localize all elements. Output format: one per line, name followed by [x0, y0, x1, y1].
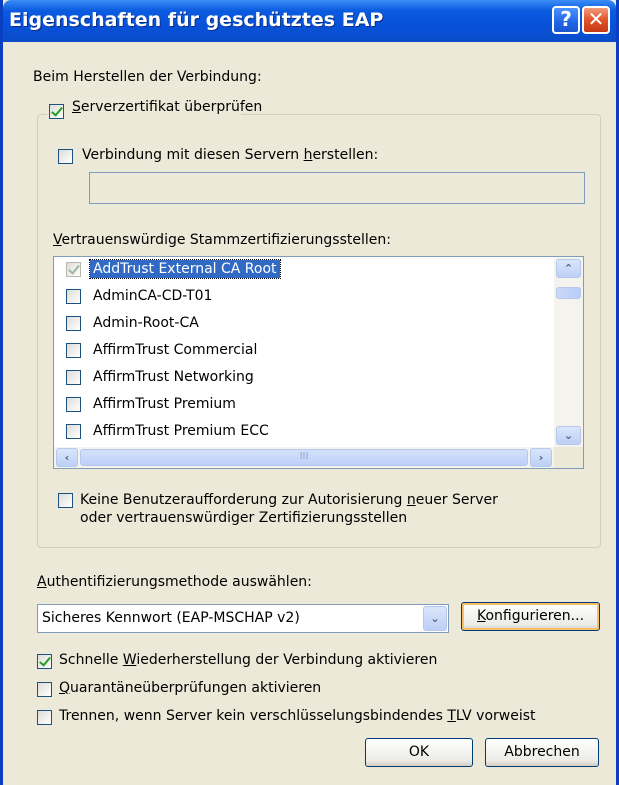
- scroll-right-button[interactable]: ›: [530, 448, 552, 467]
- help-icon: ?: [560, 7, 572, 31]
- root-checkbox[interactable]: [66, 424, 81, 439]
- list-item[interactable]: AffirmTrust Premium ECC: [54, 419, 554, 446]
- disconnect-label: Trennen, wenn Server kein verschlüsselun…: [59, 708, 536, 724]
- auth-method-value: Sicheres Kennwort (EAP-MSCHAP v2): [42, 610, 300, 626]
- root-label: Admin-Root-CA: [93, 315, 199, 331]
- trusted-roots-heading: Vertrauenswürdige Stammzertifizierungsst…: [53, 232, 391, 248]
- auth-method-select[interactable]: Sicheres Kennwort (EAP-MSCHAP v2) ⌄: [37, 604, 449, 633]
- trusted-roots-list[interactable]: AddTrust External CA Root AdminCA-CD-T01…: [53, 256, 584, 469]
- root-checkbox[interactable]: [66, 262, 81, 277]
- chevron-right-icon: ›: [538, 451, 544, 464]
- root-label: AffirmTrust Premium ECC: [93, 423, 269, 439]
- ok-button[interactable]: OK: [365, 738, 473, 767]
- list-item[interactable]: Admin-Root-CA: [54, 311, 554, 338]
- root-label: AffirmTrust Networking: [93, 369, 254, 385]
- chevron-left-icon: ‹: [64, 451, 70, 464]
- root-checkbox[interactable]: [66, 370, 81, 385]
- no-prompt-label: Keine Benutzeraufforderung zur Autorisie…: [80, 492, 498, 526]
- root-label: AffirmTrust Commercial: [93, 342, 258, 358]
- root-checkbox[interactable]: [66, 397, 81, 412]
- root-label: AddTrust External CA Root: [89, 259, 281, 279]
- root-checkbox[interactable]: [66, 343, 81, 358]
- list-item[interactable]: AffirmTrust Commercial: [54, 338, 554, 365]
- horizontal-scrollbar[interactable]: ‹ III ›: [54, 447, 554, 468]
- chevron-up-icon: ⌃: [563, 262, 574, 275]
- disconnect-option[interactable]: Trennen, wenn Server kein verschlüsselun…: [37, 708, 536, 725]
- quarantine-checkbox[interactable]: [37, 682, 52, 697]
- dialog-window: Eigenschaften für geschütztes EAP ? ✕ Be…: [0, 0, 619, 785]
- connection-heading: Beim Herstellen der Verbindung:: [33, 69, 262, 85]
- connect-servers-label: Verbindung mit diesen Servern herstellen…: [82, 147, 379, 163]
- no-prompt-option[interactable]: Keine Benutzeraufforderung zur Autorisie…: [58, 491, 498, 527]
- scroll-left-button[interactable]: ‹: [56, 448, 78, 467]
- disconnect-checkbox[interactable]: [37, 710, 52, 725]
- list-item[interactable]: AffirmTrust Premium: [54, 392, 554, 419]
- chevron-down-icon: ⌄: [430, 612, 440, 625]
- verify-cert-checkbox[interactable]: [49, 104, 64, 119]
- scroll-thumb[interactable]: [556, 287, 581, 299]
- scroll-down-button[interactable]: ⌄: [556, 426, 581, 445]
- horizontal-scroll-thumb[interactable]: III: [80, 449, 528, 466]
- server-names-input[interactable]: [89, 172, 585, 204]
- quarantine-label: Quarantäneüberprüfungen aktivieren: [59, 680, 322, 696]
- list-item[interactable]: AddTrust External CA Root: [54, 257, 554, 284]
- root-label: AdminCA-CD-T01: [93, 288, 213, 304]
- vertical-scrollbar[interactable]: ⌃ ⌄: [554, 257, 583, 447]
- list-item[interactable]: AdminCA-CD-T01: [54, 284, 554, 311]
- fast-reconnect-checkbox[interactable]: [37, 654, 52, 669]
- list-item[interactable]: AffirmTrust Networking: [54, 365, 554, 392]
- connect-servers-checkbox[interactable]: [58, 149, 73, 164]
- help-button[interactable]: ?: [552, 6, 580, 34]
- dialog-title: Eigenschaften für geschütztes EAP: [9, 9, 384, 31]
- fast-reconnect-label: Schnelle Wiederherstellung der Verbindun…: [59, 652, 438, 668]
- connect-servers-option[interactable]: Verbindung mit diesen Servern herstellen…: [58, 147, 378, 164]
- scrollbar-corner: [554, 447, 583, 468]
- configure-button[interactable]: Konfigurieren...: [461, 602, 600, 631]
- root-checkbox[interactable]: [66, 289, 81, 304]
- title-bar[interactable]: Eigenschaften für geschütztes EAP ? ✕: [3, 0, 616, 42]
- close-icon: ✕: [587, 7, 605, 31]
- verify-cert-label: Serverzertifikat überprüfen: [72, 99, 263, 115]
- chevron-down-icon: ⌄: [563, 429, 574, 442]
- verify-cert-option[interactable]: Serverzertifikat überprüfen: [47, 99, 262, 119]
- quarantine-option[interactable]: Quarantäneüberprüfungen aktivieren: [37, 680, 321, 697]
- root-label: AffirmTrust Premium: [93, 396, 236, 412]
- auth-method-heading: Authentifizierungsmethode auswählen:: [37, 574, 312, 590]
- fast-reconnect-option[interactable]: Schnelle Wiederherstellung der Verbindun…: [37, 652, 437, 669]
- no-prompt-checkbox[interactable]: [58, 493, 73, 508]
- root-checkbox[interactable]: [66, 316, 81, 331]
- cancel-button[interactable]: Abbrechen: [485, 738, 599, 767]
- auth-method-dropdown-button[interactable]: ⌄: [423, 606, 447, 631]
- close-button[interactable]: ✕: [582, 6, 610, 34]
- scroll-up-button[interactable]: ⌃: [556, 259, 581, 278]
